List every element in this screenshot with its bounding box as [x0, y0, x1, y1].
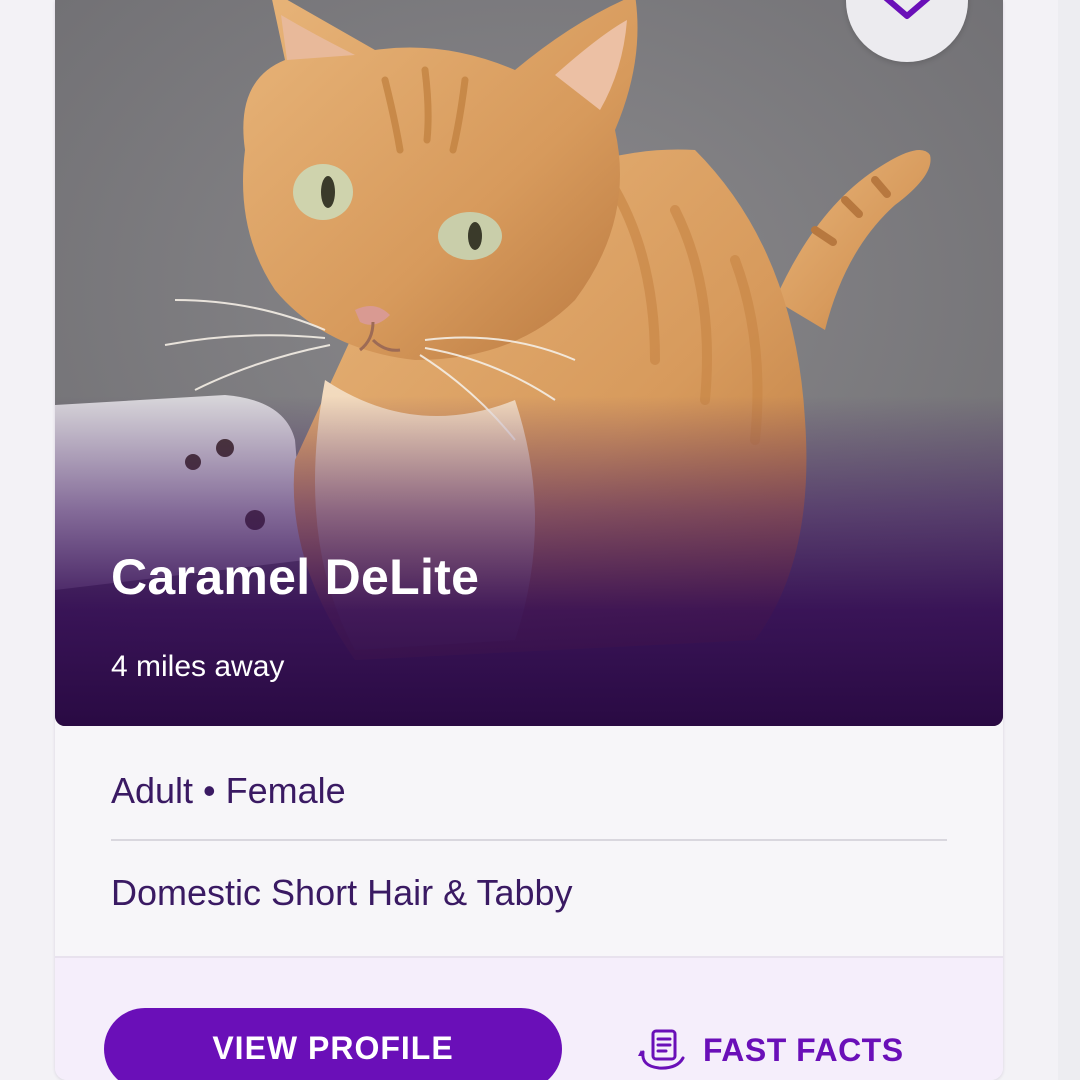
scrollbar-track[interactable] — [1058, 0, 1080, 1080]
view-profile-button[interactable]: VIEW PROFILE — [104, 1008, 562, 1080]
heart-outline-icon — [883, 0, 931, 19]
pet-photo[interactable]: Caramel DeLite 4 miles away — [55, 0, 1003, 726]
fast-facts-label: FAST FACTS — [703, 1031, 904, 1068]
pet-info: Adult • Female Domestic Short Hair & Tab… — [55, 726, 1003, 956]
breed: Domestic Short Hair & Tabby — [111, 872, 573, 913]
pet-distance: 4 miles away — [111, 650, 285, 683]
pet-name: Caramel DeLite — [111, 549, 480, 605]
fast-facts-button[interactable]: FAST FACTS — [637, 1028, 904, 1072]
pet-card: Caramel DeLite 4 miles away Adult • Fema… — [55, 0, 1003, 1080]
document-icon — [638, 1029, 685, 1070]
age-gender: Adult • Female — [111, 770, 346, 811]
card-actions: VIEW PROFILE FAST FACTS — [55, 956, 1003, 1080]
divider — [111, 839, 947, 841]
